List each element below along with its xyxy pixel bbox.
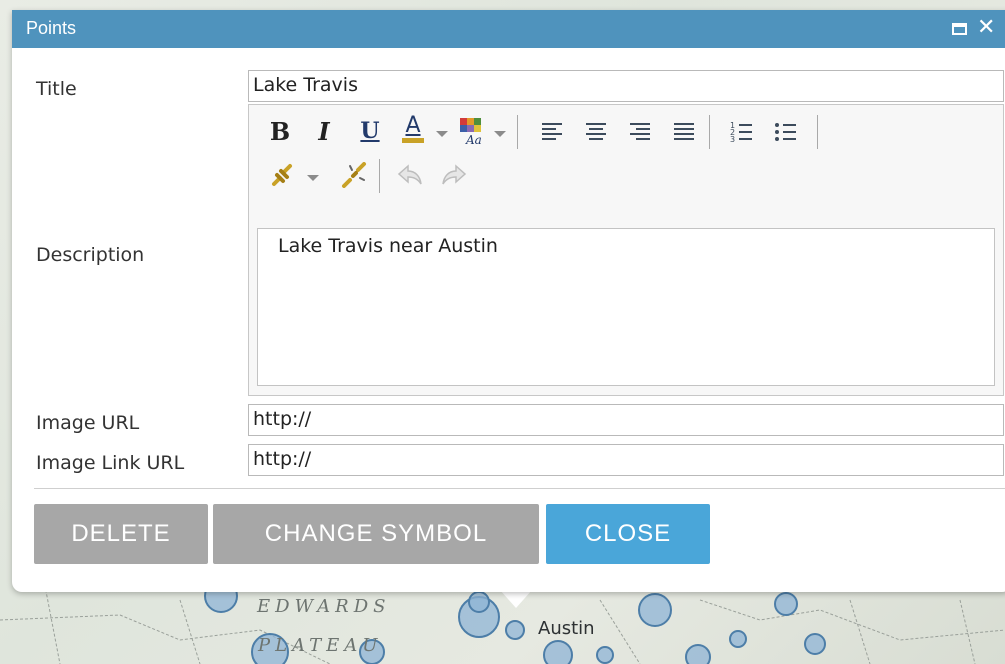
font-color-dropdown-icon[interactable]	[436, 131, 448, 137]
align-left-icon	[542, 123, 562, 140]
map-label-plateau: PLATEAU	[258, 635, 383, 656]
title-input[interactable]: Lake Travis	[248, 70, 1004, 102]
description-textarea[interactable]: Lake Travis near Austin	[257, 228, 995, 386]
toolbar-separator	[709, 115, 710, 149]
align-center-icon	[586, 123, 606, 140]
highlight-color-button[interactable]: Aa	[457, 117, 487, 146]
font-color-swatch	[402, 137, 424, 143]
align-left-button[interactable]	[539, 117, 565, 145]
italic-icon: I	[318, 116, 330, 146]
toolbar-separator	[517, 115, 518, 149]
maximize-icon[interactable]	[952, 23, 967, 35]
points-popup: Points ✕ Title Lake Travis Description B…	[12, 10, 1005, 592]
italic-button[interactable]: I	[311, 116, 337, 146]
redo-icon	[442, 164, 467, 185]
undo-button[interactable]	[395, 161, 425, 189]
link-dropdown-icon[interactable]	[307, 175, 319, 181]
bullet-list-icon	[775, 123, 796, 141]
description-label: Description	[36, 244, 145, 266]
bold-button[interactable]: B	[267, 116, 293, 146]
popup-title: Points	[26, 18, 77, 38]
svg-text:Aa: Aa	[465, 133, 482, 146]
font-color-button[interactable]: A	[399, 112, 427, 143]
unlink-button[interactable]	[339, 161, 369, 189]
change-symbol-button[interactable]: CHANGE SYMBOL	[213, 504, 539, 564]
image-url-input[interactable]: http://	[248, 404, 1004, 436]
rich-text-editor: B I U A Aa 1 2 3 Lake Travis near Austin	[248, 104, 1004, 396]
align-center-button[interactable]	[583, 117, 609, 145]
link-icon	[272, 164, 292, 186]
map-city-label: Austin	[538, 618, 595, 639]
toolbar-separator	[379, 159, 380, 193]
title-label: Title	[36, 78, 77, 100]
highlight-dropdown-icon[interactable]	[494, 131, 506, 137]
unlink-icon	[342, 162, 366, 188]
image-url-label: Image URL	[36, 412, 140, 434]
underline-button[interactable]: U	[357, 117, 383, 145]
bullet-list-button[interactable]	[773, 117, 799, 145]
undo-icon	[397, 164, 422, 185]
justify-button[interactable]	[671, 117, 697, 145]
justify-icon	[674, 123, 694, 140]
highlight-color-icon: Aa	[460, 118, 482, 146]
popup-pointer	[500, 590, 532, 608]
close-button[interactable]: CLOSE	[546, 504, 710, 564]
align-right-icon	[630, 123, 650, 140]
link-button[interactable]	[267, 161, 297, 189]
delete-button[interactable]: DELETE	[34, 504, 208, 564]
toolbar-separator	[817, 115, 818, 149]
close-icon[interactable]: ✕	[977, 15, 995, 41]
footer-divider	[34, 488, 1005, 489]
numbered-list-icon: 1 2 3	[730, 121, 752, 142]
image-link-url-label: Image Link URL	[36, 452, 185, 474]
bold-icon: B	[269, 116, 291, 146]
numbered-list-button[interactable]: 1 2 3	[729, 117, 755, 145]
map-label-edwards: EDWARDS	[257, 596, 391, 617]
svg-text:3: 3	[730, 135, 735, 142]
font-color-icon: A	[405, 112, 421, 138]
redo-button[interactable]	[439, 161, 469, 189]
align-right-button[interactable]	[627, 117, 653, 145]
underline-icon: U	[360, 118, 380, 144]
image-link-url-input[interactable]: http://	[248, 444, 1004, 476]
popup-titlebar[interactable]: Points ✕	[12, 10, 1005, 48]
